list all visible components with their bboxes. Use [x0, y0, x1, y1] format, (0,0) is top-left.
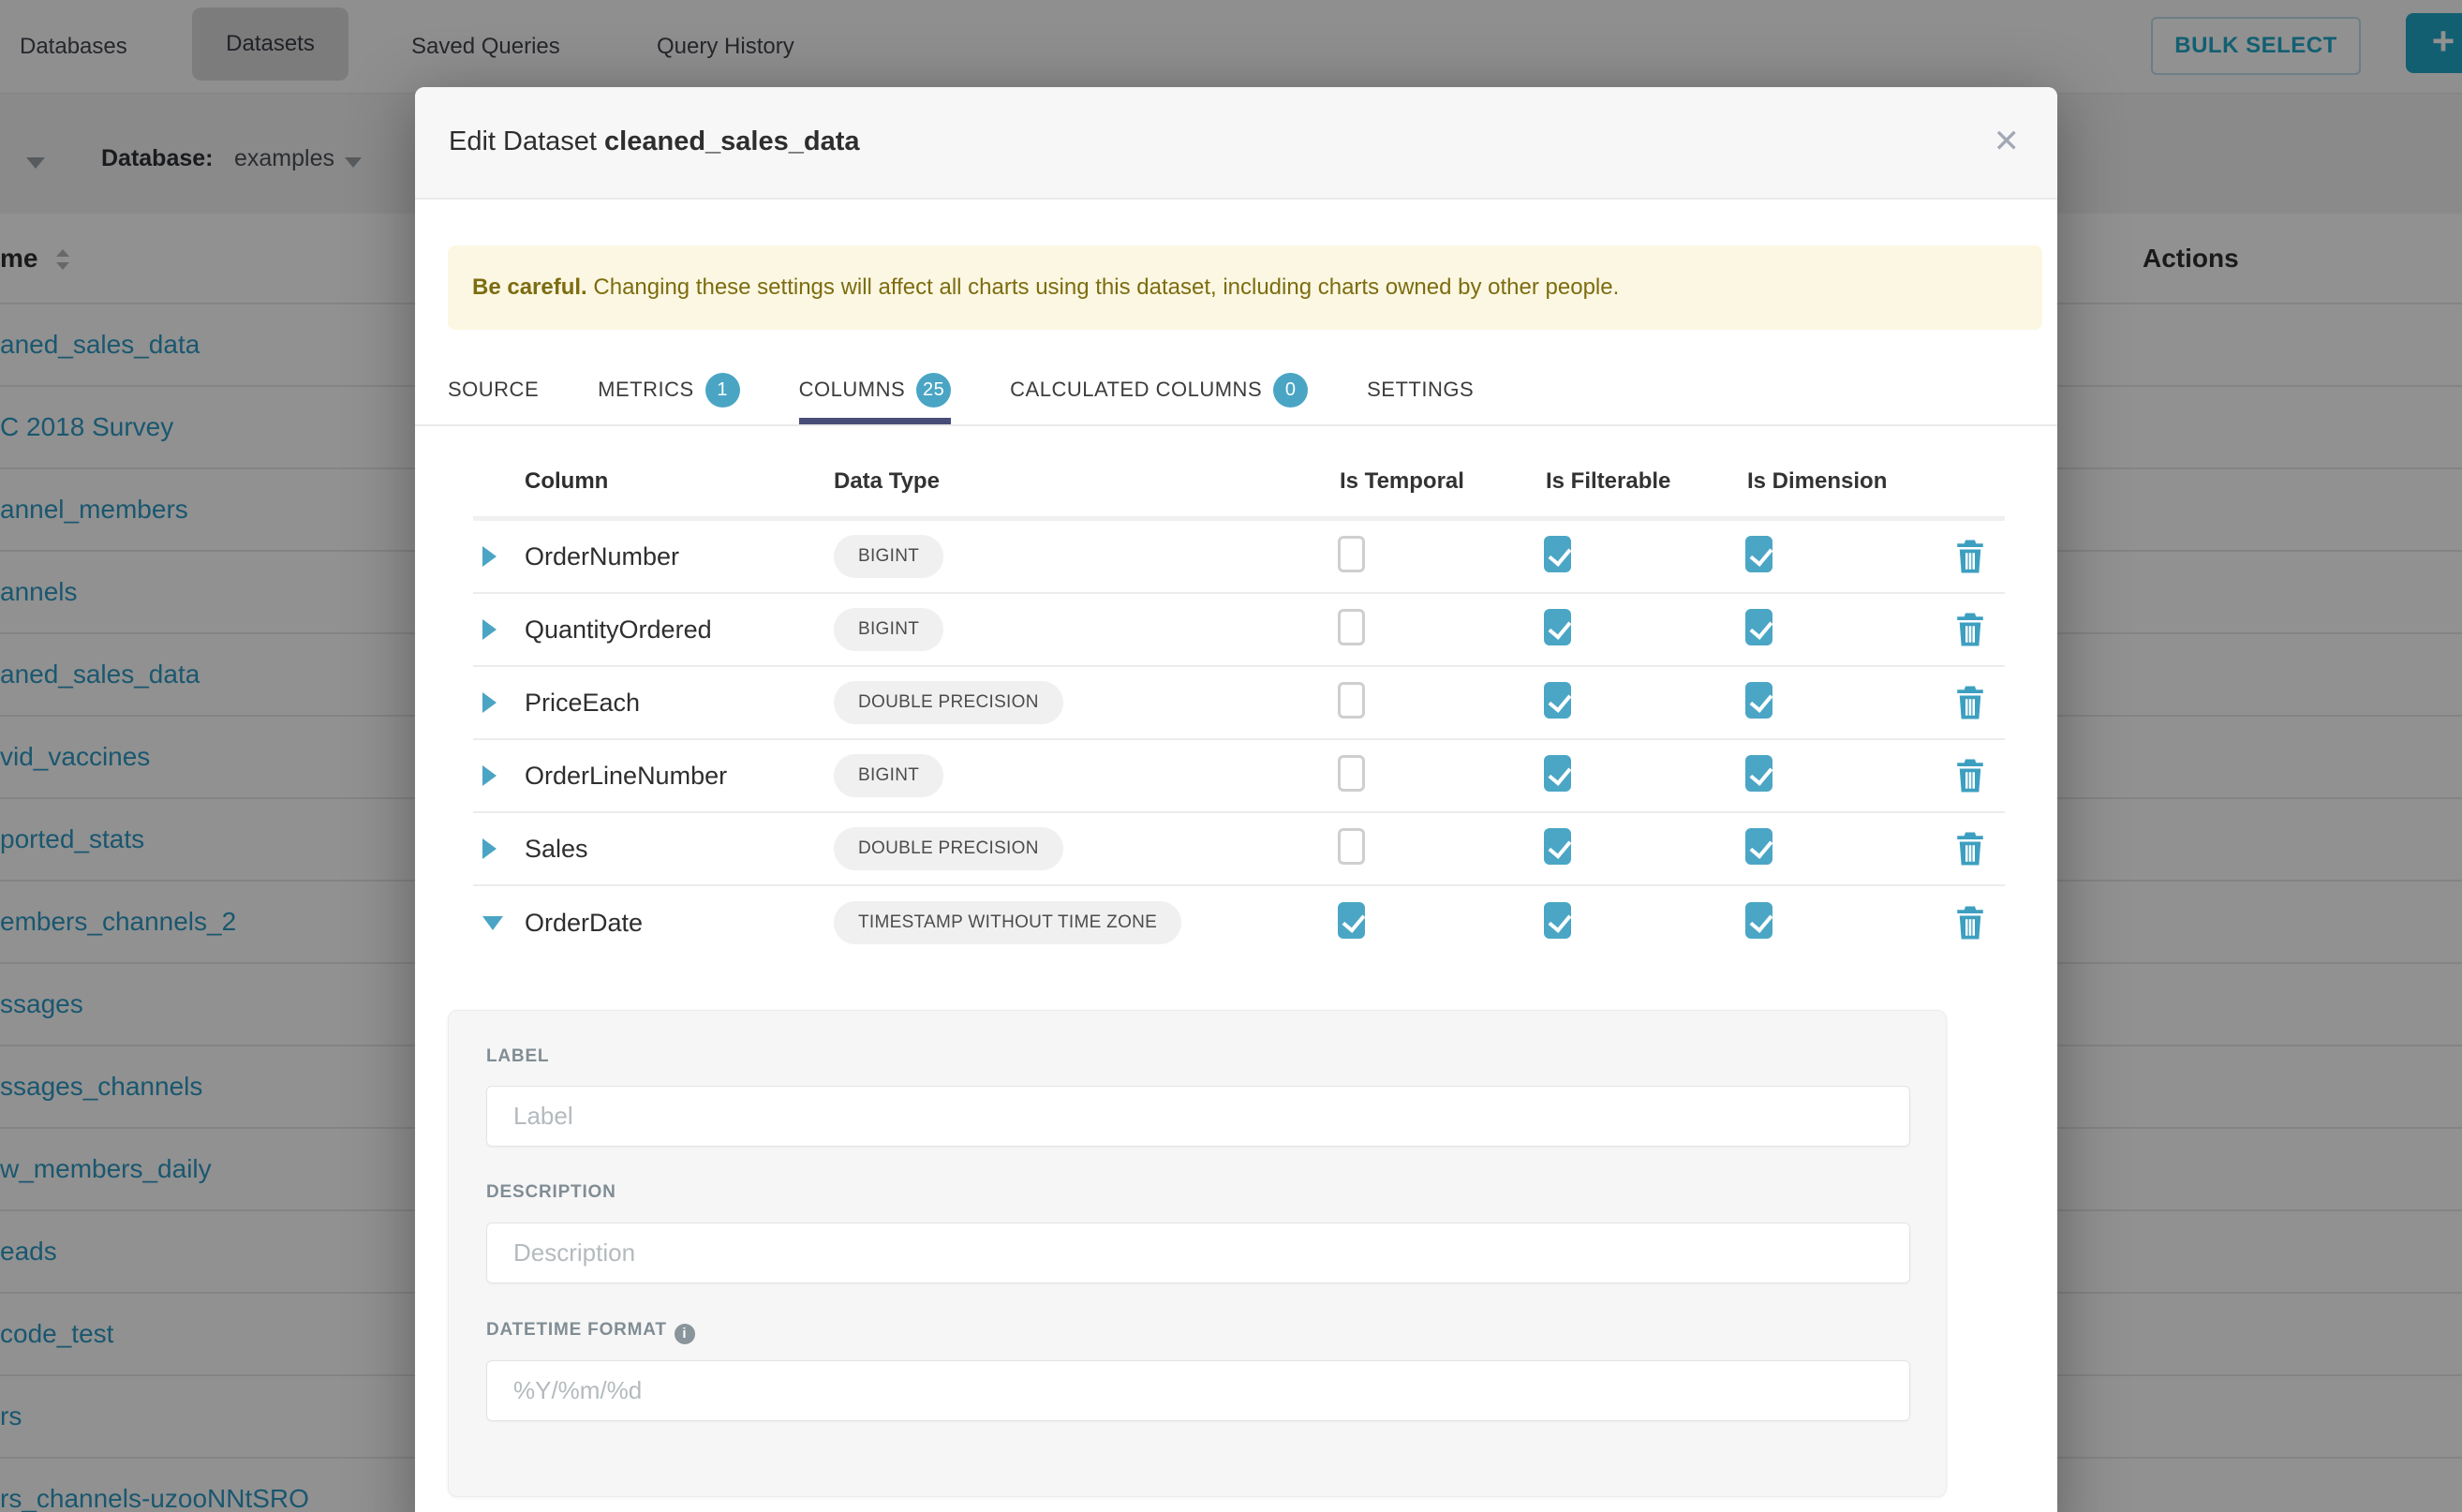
- expand-caret-icon[interactable]: [482, 692, 497, 713]
- tab-label: SOURCE: [448, 378, 539, 402]
- column-name: Sales: [525, 835, 834, 864]
- is-filterable-checkbox[interactable]: [1544, 609, 1571, 645]
- column-row: QuantityOrdered BIGINT: [473, 594, 2005, 667]
- data-type-pill: BIGINT: [834, 754, 943, 797]
- modal-header: Edit Dataset cleaned_sales_data ✕: [415, 87, 2057, 200]
- modal-title-prefix: Edit Dataset: [449, 126, 604, 156]
- is-temporal-checkbox[interactable]: [1338, 609, 1365, 645]
- is-filterable-checkbox[interactable]: [1544, 536, 1571, 572]
- data-type-pill: DOUBLE PRECISION: [834, 681, 1063, 724]
- expand-caret-icon[interactable]: [482, 765, 497, 786]
- calculated-columns-count-badge: 0: [1273, 373, 1308, 408]
- is-dimension-checkbox[interactable]: [1745, 828, 1772, 865]
- data-type-pill: TIMESTAMP WITHOUT TIME ZONE: [834, 901, 1181, 944]
- is-filterable-header: Is Filterable: [1536, 468, 1738, 495]
- warning-banner: Be careful. Changing these settings will…: [448, 245, 2042, 330]
- is-temporal-checkbox[interactable]: [1338, 682, 1365, 719]
- is-temporal-checkbox[interactable]: [1338, 536, 1365, 572]
- is-temporal-header: Is Temporal: [1330, 468, 1536, 495]
- edit-dataset-modal: Edit Dataset cleaned_sales_data ✕ Be car…: [415, 87, 2057, 1512]
- is-temporal-checkbox[interactable]: [1338, 755, 1365, 792]
- is-dimension-checkbox[interactable]: [1745, 902, 1772, 939]
- modal-title-dataset-name: cleaned_sales_data: [604, 126, 859, 156]
- trash-icon[interactable]: [1956, 685, 1984, 720]
- is-filterable-checkbox[interactable]: [1544, 682, 1571, 719]
- tab-metrics[interactable]: METRICS 1: [598, 362, 740, 424]
- is-dimension-checkbox[interactable]: [1745, 682, 1772, 719]
- tab-source[interactable]: SOURCE: [448, 362, 539, 424]
- is-dimension-checkbox[interactable]: [1745, 755, 1772, 792]
- tab-calculated-columns[interactable]: CALCULATED COLUMNS 0: [1010, 362, 1308, 424]
- expand-caret-icon[interactable]: [482, 838, 497, 859]
- description-input[interactable]: [486, 1223, 1910, 1283]
- is-dimension-checkbox[interactable]: [1745, 536, 1772, 572]
- collapse-caret-icon[interactable]: [482, 916, 503, 930]
- tab-label: METRICS: [598, 378, 694, 402]
- column-row: OrderLineNumber BIGINT: [473, 740, 2005, 813]
- is-filterable-checkbox[interactable]: [1544, 755, 1571, 792]
- is-dimension-header: Is Dimension: [1738, 468, 1935, 495]
- label-input[interactable]: [486, 1086, 1910, 1147]
- tab-label: COLUMNS: [799, 378, 906, 402]
- tab-settings[interactable]: SETTINGS: [1367, 362, 1474, 424]
- column-name: OrderNumber: [525, 542, 834, 571]
- is-dimension-checkbox[interactable]: [1745, 609, 1772, 645]
- metrics-count-badge: 1: [705, 373, 740, 408]
- trash-icon[interactable]: [1956, 612, 1984, 647]
- datetime-format-input[interactable]: [486, 1360, 1910, 1421]
- label-field-label: LABEL: [486, 1046, 549, 1067]
- is-temporal-checkbox[interactable]: [1338, 828, 1365, 865]
- trash-icon[interactable]: [1956, 758, 1984, 793]
- column-row-expanded: OrderDate TIMESTAMP WITHOUT TIME ZONE: [473, 886, 2005, 959]
- column-name: OrderLineNumber: [525, 762, 834, 791]
- columns-count-badge: 25: [916, 373, 951, 408]
- column-detail-panel: LABEL DESCRIPTION DATETIME FORMAT i: [448, 1010, 1947, 1497]
- tab-columns[interactable]: COLUMNS 25: [799, 362, 952, 424]
- column-name: OrderDate: [525, 909, 834, 938]
- data-type-pill: BIGINT: [834, 535, 943, 578]
- tab-label: SETTINGS: [1367, 378, 1474, 402]
- columns-table-header: Column Data Type Is Temporal Is Filterab…: [473, 468, 2005, 521]
- expand-caret-icon[interactable]: [482, 619, 497, 640]
- column-header: Column: [525, 468, 834, 495]
- data-type-header: Data Type: [834, 468, 1330, 495]
- is-temporal-checkbox[interactable]: [1338, 902, 1365, 939]
- trash-icon[interactable]: [1956, 905, 1984, 941]
- data-type-pill: BIGINT: [834, 608, 943, 651]
- column-name: PriceEach: [525, 689, 834, 718]
- modal-tabs: SOURCE METRICS 1 COLUMNS 25 CALCULATED C…: [415, 363, 2057, 426]
- data-type-pill: DOUBLE PRECISION: [834, 827, 1063, 870]
- is-filterable-checkbox[interactable]: [1544, 828, 1571, 865]
- column-row: PriceEach DOUBLE PRECISION: [473, 667, 2005, 740]
- info-icon[interactable]: i: [675, 1324, 695, 1344]
- description-field-label: DESCRIPTION: [486, 1182, 616, 1203]
- warning-body: Changing these settings will affect all …: [587, 274, 1620, 300]
- column-row: Sales DOUBLE PRECISION: [473, 813, 2005, 886]
- columns-table: Column Data Type Is Temporal Is Filterab…: [473, 468, 2005, 959]
- expand-caret-icon[interactable]: [482, 546, 497, 567]
- tab-label: CALCULATED COLUMNS: [1010, 378, 1262, 402]
- column-row: OrderNumber BIGINT: [473, 521, 2005, 594]
- column-name: QuantityOrdered: [525, 615, 834, 645]
- is-filterable-checkbox[interactable]: [1544, 902, 1571, 939]
- datetime-format-label-text: DATETIME FORMAT: [486, 1320, 667, 1340]
- trash-icon[interactable]: [1956, 831, 1984, 867]
- warning-lead: Be careful.: [472, 274, 587, 300]
- modal-title: Edit Dataset cleaned_sales_data: [449, 126, 860, 157]
- close-icon[interactable]: ✕: [1994, 123, 2021, 160]
- datetime-format-field-label: DATETIME FORMAT i: [486, 1320, 695, 1344]
- trash-icon[interactable]: [1956, 539, 1984, 574]
